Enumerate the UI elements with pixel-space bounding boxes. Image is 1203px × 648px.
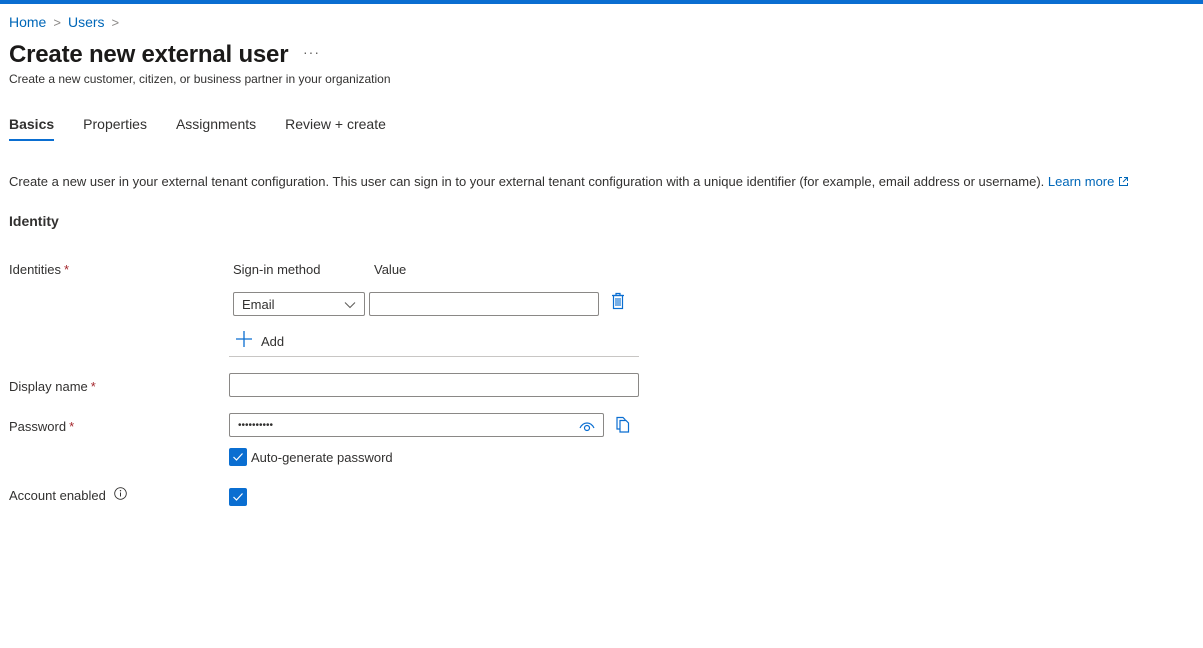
learn-more-link[interactable]: Learn more	[1048, 174, 1129, 189]
plus-icon	[235, 330, 253, 353]
chevron-down-icon	[344, 297, 356, 312]
breadcrumb: Home > Users >	[9, 14, 126, 30]
auto-generate-password-row: Auto-generate password	[229, 448, 393, 466]
tab-basics[interactable]: Basics	[9, 116, 55, 141]
display-name-label-text: Display name	[9, 379, 88, 394]
account-enabled-checkbox[interactable]	[229, 488, 247, 506]
required-marker: *	[69, 419, 75, 434]
required-marker: *	[90, 379, 96, 394]
info-icon[interactable]	[114, 487, 127, 503]
identity-value-input[interactable]	[369, 292, 599, 316]
tab-assignments[interactable]: Assignments	[176, 116, 256, 141]
display-name-label: Display name *	[9, 379, 96, 394]
learn-more-label: Learn more	[1047, 174, 1115, 189]
top-accent-bar	[0, 0, 1203, 4]
sign-in-method-header: Sign-in method	[233, 262, 321, 277]
more-options-button[interactable]: ···	[303, 44, 320, 60]
auto-generate-password-label: Auto-generate password	[251, 449, 393, 465]
page-title: Create new external user	[9, 41, 289, 68]
trash-icon[interactable]	[610, 291, 626, 311]
password-label-text: Password	[9, 419, 67, 434]
account-enabled-label: Account enabled	[9, 487, 127, 503]
identities-label-text: Identities	[9, 262, 62, 277]
tab-list: Basics Properties Assignments Review + c…	[9, 116, 415, 141]
identities-divider	[229, 356, 639, 357]
breadcrumb-home[interactable]: Home	[9, 14, 46, 30]
description: Create a new user in your external tenan…	[9, 174, 1129, 190]
auto-generate-password-checkbox[interactable]	[229, 448, 247, 466]
breadcrumb-users[interactable]: Users	[68, 14, 105, 30]
chevron-right-icon: >	[111, 14, 120, 30]
description-text: Create a new user in your external tenan…	[9, 174, 1045, 189]
tab-review-create[interactable]: Review + create	[285, 116, 386, 141]
password-label: Password *	[9, 419, 74, 434]
add-identity-button[interactable]: Add	[235, 330, 284, 353]
display-name-input[interactable]	[229, 373, 639, 397]
identity-section-title: Identity	[9, 213, 59, 229]
add-label: Add	[261, 334, 285, 349]
external-link-icon	[1118, 175, 1129, 190]
sign-in-method-value: Email	[242, 296, 275, 312]
tab-properties[interactable]: Properties	[83, 116, 147, 141]
required-marker: *	[64, 262, 70, 277]
password-input[interactable]: ••••••••••	[229, 413, 604, 437]
password-value: ••••••••••	[238, 419, 274, 431]
sign-in-method-dropdown[interactable]: Email	[233, 292, 365, 316]
eye-icon[interactable]	[579, 422, 595, 432]
chevron-right-icon: >	[53, 14, 61, 30]
identities-label: Identities *	[9, 262, 69, 277]
page-subtitle: Create a new customer, citizen, or busin…	[9, 72, 391, 86]
copy-icon[interactable]	[614, 414, 632, 434]
value-header: Value	[374, 262, 407, 277]
account-enabled-label-text: Account enabled	[9, 487, 106, 503]
